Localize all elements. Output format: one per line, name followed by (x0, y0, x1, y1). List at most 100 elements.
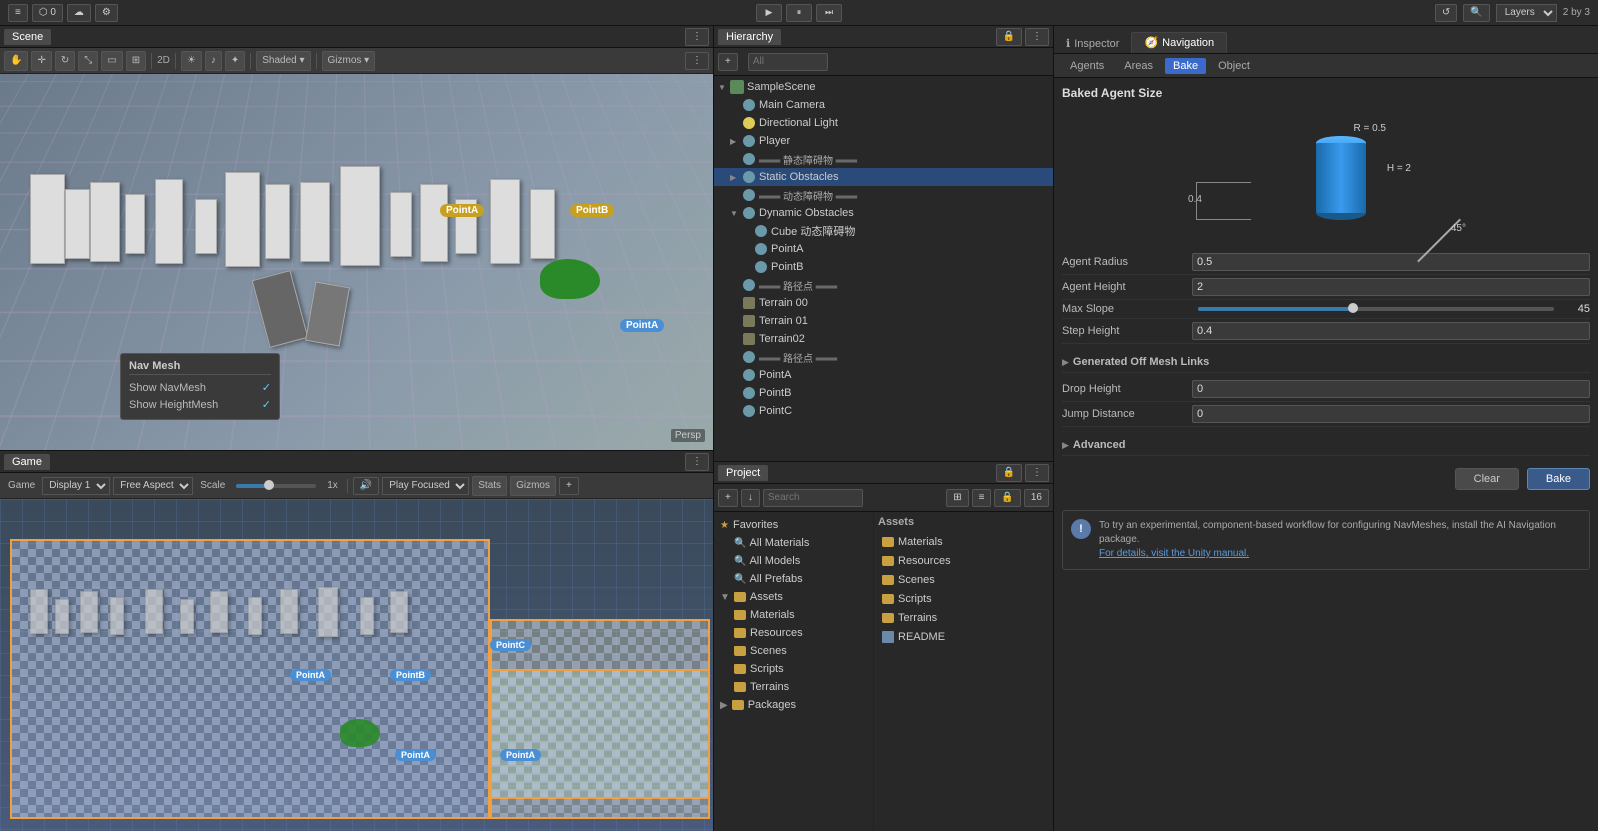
aspect-select[interactable]: Free Aspect (113, 477, 193, 495)
all-materials-item[interactable]: 🔍 All Materials (714, 534, 873, 552)
hierarchy-dynamic-cn[interactable]: ═══ 动态障碍物 ═══ (714, 186, 1053, 204)
project-search[interactable] (763, 489, 863, 507)
scene-view-select[interactable]: Shaded ▾ (256, 51, 310, 71)
asset-terrains[interactable]: Terrains (878, 609, 1049, 627)
toolbar-scale[interactable]: ⤡ (78, 51, 98, 71)
navmesh-item-1[interactable]: Show NavMesh ✓ (129, 379, 271, 396)
toolbar-rect[interactable]: ▭ (101, 51, 122, 71)
project-tab[interactable]: Project (718, 465, 768, 481)
hierarchy-add[interactable]: + (718, 53, 738, 71)
hierarchy-player[interactable]: ▶ Player (714, 132, 1053, 150)
game-more-button[interactable]: ⋮ (685, 453, 709, 471)
pause-button[interactable]: ⏸ (786, 4, 812, 22)
project-lock[interactable]: 🔒 (996, 464, 1022, 482)
hierarchy-terrain-cn[interactable]: ═══ 路径点 ═══ (714, 276, 1053, 294)
hierarchy-tab[interactable]: Hierarchy (718, 29, 781, 45)
fx-toggle[interactable]: ✦ (225, 51, 245, 71)
navigation-tab[interactable]: 🧭 Navigation (1131, 32, 1227, 53)
nav-agents-tab[interactable]: Agents (1062, 58, 1112, 74)
terrains-folder[interactable]: Terrains (714, 678, 873, 696)
all-models-item[interactable]: 🔍 All Models (714, 552, 873, 570)
asset-resources[interactable]: Resources (878, 552, 1049, 570)
inspector-tab[interactable]: ℹ Inspector (1054, 34, 1131, 53)
mute-button[interactable]: 🔊 (353, 477, 379, 495)
hierarchy-terrain02[interactable]: Terrain02 (714, 330, 1053, 348)
project-lock2[interactable]: 🔒 (994, 489, 1020, 507)
hierarchy-static-obstacles[interactable]: ▶ Static Obstacles (714, 168, 1053, 186)
all-prefabs-item[interactable]: 🔍 All Prefabs (714, 570, 873, 588)
nav-bake-tab[interactable]: Bake (1165, 58, 1206, 74)
project-view2[interactable]: ≡ (972, 489, 992, 507)
scenes-folder[interactable]: Scenes (714, 642, 873, 660)
audio-toggle[interactable]: ♪ (205, 51, 222, 71)
toolbar-hand[interactable]: ✋ (4, 51, 28, 71)
bake-button[interactable]: Bake (1527, 468, 1590, 490)
hierarchy-static-cn[interactable]: ═══ 静态障碍物 ═══ (714, 150, 1053, 168)
jump-distance-value[interactable]: 0 (1192, 405, 1590, 423)
gizmos-btn[interactable]: Gizmos ▾ (322, 51, 376, 71)
hierarchy-dynamic-obstacles[interactable]: ▼ Dynamic Obstacles (714, 204, 1053, 222)
toolbar-move[interactable]: ✛ (31, 51, 51, 71)
hierarchy-sample-scene[interactable]: ▼ SampleScene (714, 78, 1053, 96)
advanced-section[interactable]: ▶ Advanced (1062, 435, 1590, 456)
toolbar-rotate[interactable]: ↻ (55, 51, 75, 71)
info-link[interactable]: For details, visit the Unity manual. (1099, 548, 1249, 559)
undo-button[interactable]: ↺ (1435, 4, 1457, 22)
game-viewport[interactable]: PointA PointB PointC PointA PointA (0, 499, 713, 831)
scene-more-button[interactable]: ⋮ (685, 28, 709, 46)
search-button[interactable]: 🔍 (1463, 4, 1489, 22)
project-add[interactable]: + (718, 489, 738, 507)
hierarchy-lock[interactable]: 🔒 (996, 28, 1022, 46)
asset-materials[interactable]: Materials (878, 533, 1049, 551)
drop-height-value[interactable]: 0 (1192, 380, 1590, 398)
asset-scripts[interactable]: Scripts (878, 590, 1049, 608)
hierarchy-point-b1[interactable]: PointB (714, 258, 1053, 276)
navmesh-item-2[interactable]: Show HeightMesh ✓ (129, 396, 271, 413)
scale-slider[interactable] (236, 484, 316, 488)
settings-button[interactable]: ⚙ (95, 4, 118, 22)
step-height-value[interactable]: 0.4 (1192, 322, 1590, 340)
game-add-button[interactable]: + (559, 477, 579, 495)
scene-viewport[interactable]: PointA PointB PointA Persp Nav Mesh Show… (0, 74, 713, 450)
nav-areas-tab[interactable]: Areas (1116, 58, 1161, 74)
agent-radius-value[interactable]: 0.5 (1192, 253, 1590, 271)
hierarchy-point-a2[interactable]: PointA (714, 366, 1053, 384)
game-tab[interactable]: Game (4, 454, 50, 470)
hierarchy-terrain00[interactable]: Terrain 00 (714, 294, 1053, 312)
stats-button[interactable]: Stats (472, 476, 507, 496)
hierarchy-terrain01[interactable]: Terrain 01 (714, 312, 1053, 330)
nav-object-tab[interactable]: Object (1210, 58, 1258, 74)
hierarchy-path-cn[interactable]: ═══ 路径点 ═══ (714, 348, 1053, 366)
scene-more2[interactable]: ⋮ (685, 52, 709, 70)
display-select[interactable]: Display 1 (42, 477, 110, 495)
scene-tab[interactable]: Scene (4, 29, 51, 45)
hierarchy-point-b2[interactable]: PointB (714, 384, 1053, 402)
gizmos-button[interactable]: Gizmos (510, 476, 556, 496)
project-more[interactable]: ⋮ (1025, 464, 1049, 482)
cloud-button[interactable]: ☁ (67, 4, 91, 22)
off-mesh-section[interactable]: ▶ Generated Off Mesh Links (1062, 352, 1590, 373)
hierarchy-main-camera[interactable]: Main Camera (714, 96, 1053, 114)
asset-readme[interactable]: README (878, 628, 1049, 646)
resources-folder[interactable]: Resources (714, 624, 873, 642)
asset-scenes[interactable]: Scenes (878, 571, 1049, 589)
toolbar-transform[interactable]: ⊞ (126, 51, 146, 71)
agent-height-value[interactable]: 2 (1192, 278, 1590, 296)
play-focused-select[interactable]: Play Focused (382, 477, 469, 495)
max-slope-slider[interactable] (1198, 307, 1554, 311)
scripts-folder[interactable]: Scripts (714, 660, 873, 678)
step-button[interactable]: ⏭ (816, 4, 842, 22)
layers-select[interactable]: Layers (1496, 4, 1557, 22)
play-button[interactable]: ▶ (756, 4, 782, 22)
clear-button[interactable]: Clear (1455, 468, 1519, 490)
project-import[interactable]: ↓ (741, 489, 760, 507)
materials-folder[interactable]: Materials (714, 606, 873, 624)
hierarchy-point-a1[interactable]: PointA (714, 240, 1053, 258)
menu-button[interactable]: ≡ (8, 4, 28, 22)
collab-button[interactable]: ⬡ 0 (32, 4, 63, 22)
hierarchy-dir-light[interactable]: Directional Light (714, 114, 1053, 132)
hierarchy-more[interactable]: ⋮ (1025, 28, 1049, 46)
hierarchy-search[interactable] (748, 53, 828, 71)
lighting-toggle[interactable]: ☀ (181, 51, 202, 71)
hierarchy-point-c[interactable]: PointC (714, 402, 1053, 420)
